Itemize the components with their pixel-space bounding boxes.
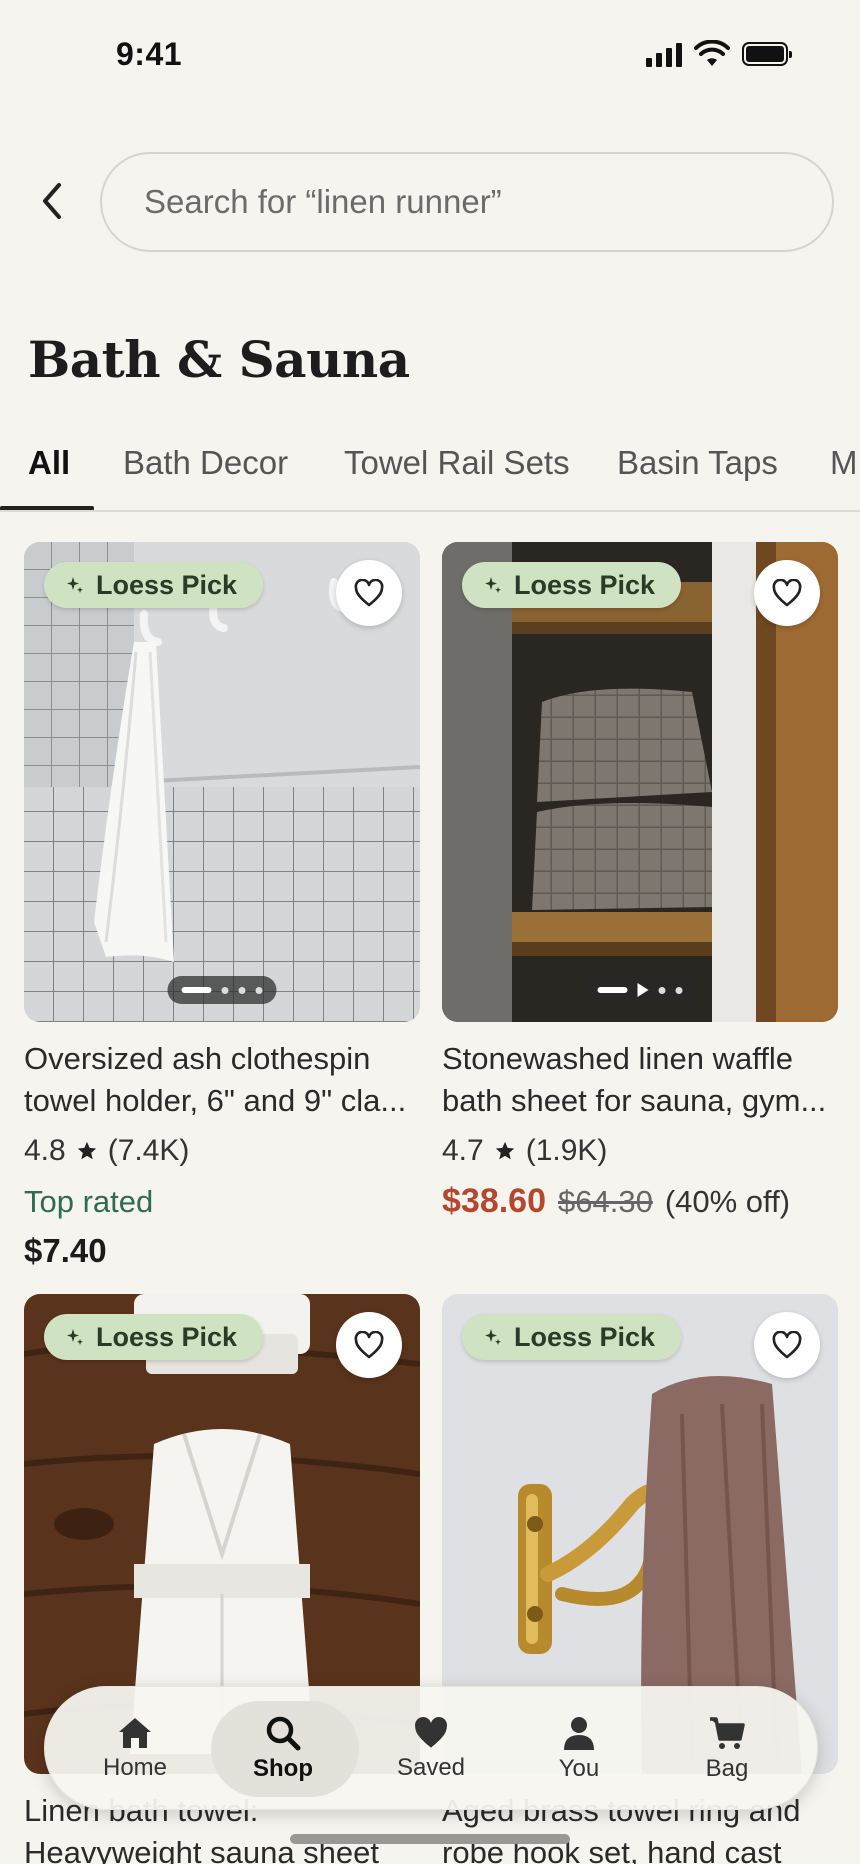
favorite-button[interactable] xyxy=(336,1312,402,1378)
battery-icon xyxy=(742,42,792,66)
product-image[interactable]: Loess Pick xyxy=(442,542,838,1022)
active-tab-indicator xyxy=(0,506,94,510)
sale-price-row: $38.60 $64.30 (40% off) xyxy=(442,1182,790,1221)
cellular-signal-icon xyxy=(646,41,682,67)
status-icons xyxy=(646,40,792,68)
heart-filled-icon xyxy=(415,1717,447,1748)
bottom-nav: Home Shop Saved You Bag xyxy=(44,1686,818,1810)
search-icon xyxy=(266,1716,301,1751)
nav-home-label: Home xyxy=(102,1754,168,1781)
tab-towel-rail-sets[interactable]: Towel Rail Sets xyxy=(344,444,570,482)
product-price: $7.40 xyxy=(24,1232,107,1269)
page-title: Bath & Sauna xyxy=(28,330,410,389)
favorite-button[interactable] xyxy=(754,560,820,626)
loess-pick-badge: Loess Pick xyxy=(44,1314,264,1360)
wifi-icon xyxy=(694,40,730,66)
nav-saved-label: Saved xyxy=(396,1754,466,1781)
heart-icon xyxy=(772,579,802,607)
tab-all[interactable]: All xyxy=(28,444,70,482)
sale-price: $38.60 xyxy=(442,1182,546,1220)
rating-value: 4.8 xyxy=(24,1134,66,1167)
star-icon xyxy=(495,1141,514,1160)
heart-icon xyxy=(354,579,384,607)
nav-shop-label: Shop xyxy=(253,1755,313,1782)
tab-more-truncated[interactable]: M xyxy=(830,444,858,482)
favorite-button[interactable] xyxy=(336,560,402,626)
nav-home[interactable]: Home xyxy=(63,1687,207,1811)
loess-pick-badge: Loess Pick xyxy=(462,562,682,608)
top-rated-label: Top rated xyxy=(24,1184,154,1219)
sparkle-icon xyxy=(67,1329,83,1345)
product-rating: 4.8 (7.4K) xyxy=(24,1134,189,1168)
badge-label: Loess Pick xyxy=(96,569,238,600)
rating-value: 4.7 xyxy=(442,1134,484,1167)
cart-icon xyxy=(710,1717,745,1749)
nav-bag[interactable]: Bag xyxy=(655,1687,799,1811)
search-bar[interactable] xyxy=(100,152,834,252)
image-carousel-dots[interactable] xyxy=(167,976,277,1004)
product-title[interactable]: Oversized ash clothespin towel holder, 6… xyxy=(24,1038,420,1122)
status-bar: 9:41 xyxy=(0,0,860,110)
chevron-left-icon xyxy=(43,183,61,219)
nav-you-label: You xyxy=(558,1755,600,1782)
loess-pick-badge: Loess Pick xyxy=(462,1314,682,1360)
badge-label: Loess Pick xyxy=(96,1321,238,1352)
nav-you[interactable]: You xyxy=(507,1687,651,1811)
image-carousel-dots[interactable] xyxy=(583,976,697,1004)
play-icon xyxy=(637,983,649,997)
heart-icon xyxy=(772,1331,802,1359)
badge-label: Loess Pick xyxy=(514,1321,656,1352)
tab-bath-decor[interactable]: Bath Decor xyxy=(123,444,288,482)
tab-basin-taps[interactable]: Basin Taps xyxy=(617,444,778,482)
review-count: (7.4K) xyxy=(107,1134,190,1167)
home-indicator[interactable] xyxy=(290,1834,570,1844)
sparkle-icon xyxy=(485,1329,501,1345)
original-price: $64.30 xyxy=(558,1184,653,1219)
sparkle-icon xyxy=(67,577,83,593)
person-icon xyxy=(564,1717,594,1750)
nav-saved[interactable]: Saved xyxy=(359,1687,503,1811)
discount-label: (40% off) xyxy=(664,1184,791,1219)
status-time: 9:41 xyxy=(116,36,183,72)
nav-shop[interactable]: Shop xyxy=(211,1687,355,1811)
heart-icon xyxy=(354,1331,384,1359)
search-input[interactable] xyxy=(144,183,832,221)
loess-pick-badge: Loess Pick xyxy=(44,562,264,608)
category-tabs: All Bath Decor Towel Rail Sets Basin Tap… xyxy=(0,436,860,512)
nav-bag-label: Bag xyxy=(705,1755,749,1782)
review-count: (1.9K) xyxy=(525,1134,608,1167)
home-icon xyxy=(119,1718,151,1748)
product-rating: 4.7 (1.9K) xyxy=(442,1134,607,1168)
product-image[interactable]: Loess Pick xyxy=(24,542,420,1022)
sparkle-icon xyxy=(485,577,501,593)
badge-label: Loess Pick xyxy=(514,569,656,600)
product-title[interactable]: Stonewashed linen waffle bath sheet for … xyxy=(442,1038,838,1122)
back-button[interactable] xyxy=(30,178,74,224)
favorite-button[interactable] xyxy=(754,1312,820,1378)
star-icon xyxy=(77,1141,96,1160)
